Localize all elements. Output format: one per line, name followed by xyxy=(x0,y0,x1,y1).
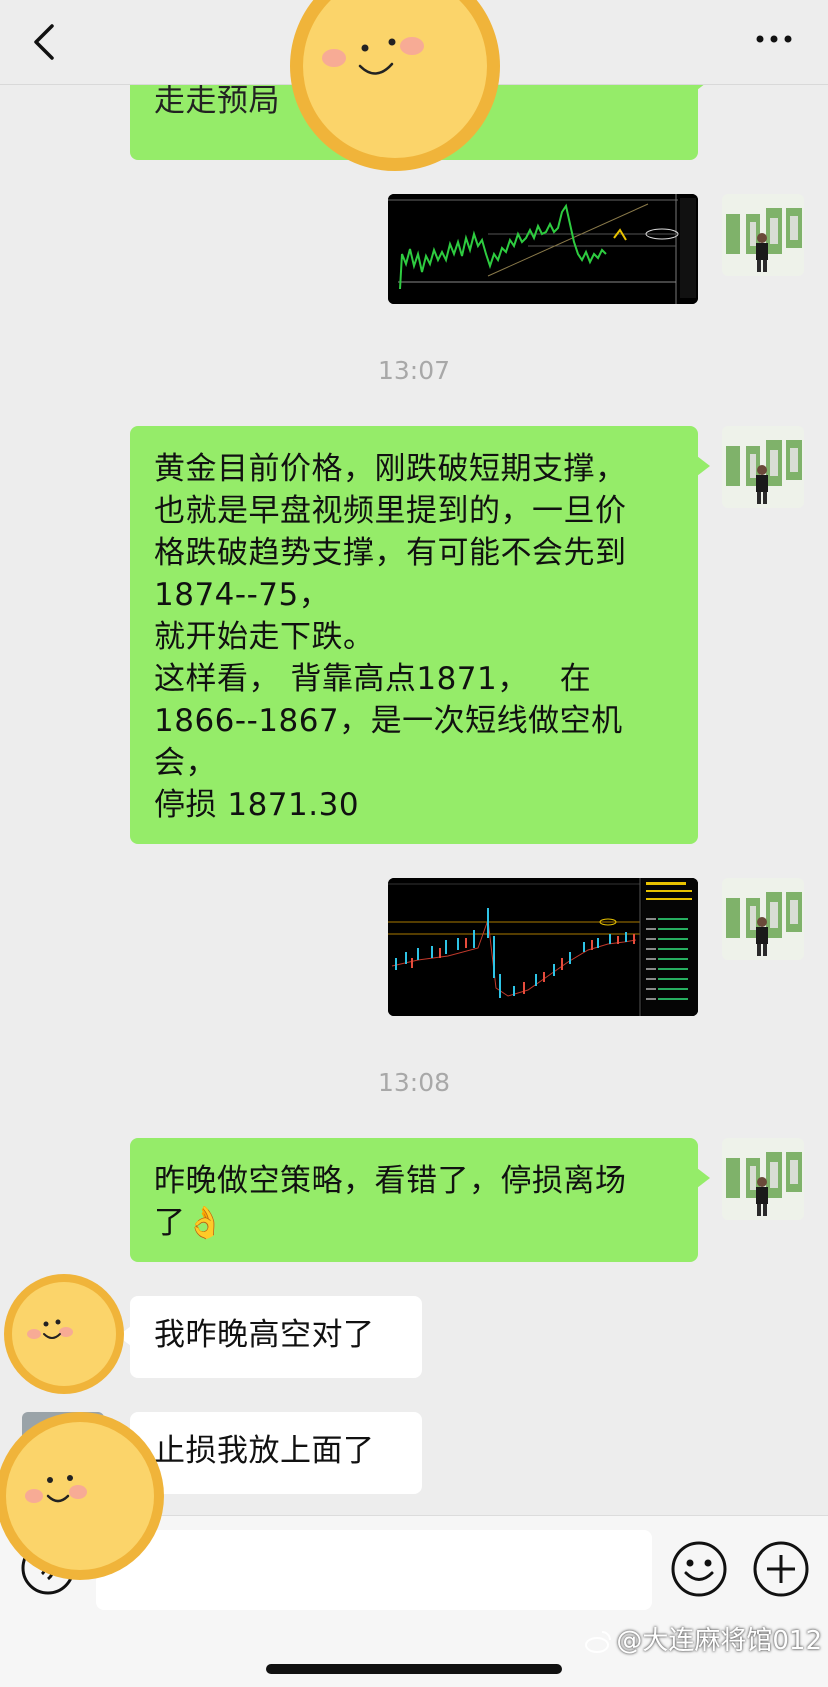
avatar[interactable] xyxy=(722,194,804,276)
message-bubble[interactable]: 黄金目前价格，刚跌破短期支撑， 也就是早盘视频里提到的，一旦价 格跌破趋势支撑，… xyxy=(130,426,710,844)
chart-screenshot-1[interactable] xyxy=(388,194,698,304)
sun-sticker xyxy=(290,0,500,171)
chart-screenshot-2[interactable] xyxy=(388,878,698,1016)
emoji-icon[interactable] xyxy=(670,1540,728,1598)
message-text: 我昨晚高空对了 xyxy=(154,1317,375,1353)
chevron-left-icon[interactable] xyxy=(28,22,62,62)
sun-sticker xyxy=(0,1412,164,1580)
avatar[interactable] xyxy=(722,1138,804,1220)
avatar[interactable] xyxy=(722,878,804,960)
avatar-image xyxy=(722,426,804,508)
more-dots-icon[interactable] xyxy=(754,32,794,46)
message-text: 黄金目前价格，刚跌破短期支撑， 也就是早盘视频里提到的，一旦价 格跌破趋势支撑，… xyxy=(154,451,627,823)
message-bubble-incoming[interactable]: 止损我放上面了 xyxy=(118,1412,422,1494)
timestamp: 13:07 xyxy=(377,356,451,385)
watermark: @大连麻将馆012 xyxy=(584,1620,822,1657)
weibo-logo-icon xyxy=(585,1630,612,1653)
avatar-image xyxy=(722,878,804,960)
watermark-text: @大连麻将馆012 xyxy=(616,1626,822,1656)
plus-icon[interactable] xyxy=(752,1540,810,1598)
avatar-image xyxy=(722,1138,804,1220)
line-chart-thumbnail xyxy=(388,194,698,304)
message-text: 止损我放上面了 xyxy=(154,1433,375,1469)
message-text: 昨晚做空策略，看错了，停损离场 了👌 xyxy=(154,1163,627,1241)
avatar-image xyxy=(722,194,804,276)
timestamp: 13:08 xyxy=(377,1068,451,1097)
avatar[interactable] xyxy=(722,426,804,508)
home-indicator xyxy=(266,1664,562,1674)
message-bubble[interactable]: 昨晚做空策略，看错了，停损离场 了👌 xyxy=(130,1138,710,1262)
sun-sticker xyxy=(4,1274,124,1394)
message-input[interactable] xyxy=(96,1530,652,1610)
candlestick-chart-thumbnail xyxy=(388,878,698,1016)
message-bubble-incoming[interactable]: 我昨晚高空对了 xyxy=(118,1296,422,1378)
message-text: 走走预局 xyxy=(154,83,280,119)
